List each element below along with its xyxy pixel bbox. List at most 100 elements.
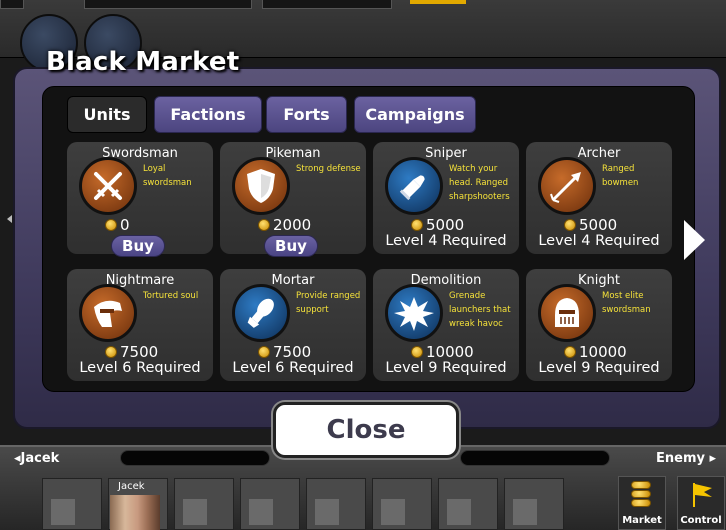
hooded-figure-icon [79, 284, 137, 342]
coin-icon [411, 219, 423, 231]
price-value: 10000 [579, 343, 627, 361]
control-button[interactable]: Control [677, 476, 725, 530]
player-avatar [110, 495, 160, 530]
unit-card-pikeman[interactable]: Pikeman Strong defense 2000 Buy [220, 142, 366, 257]
unit-card-archer[interactable]: Archer Ranged bowmen 5000 Level 4 Requir… [526, 142, 672, 254]
castle-slot[interactable] [438, 478, 498, 530]
unit-name: Demolition [410, 273, 482, 288]
unit-name: Archer [577, 146, 621, 161]
price-value: 0 [120, 216, 130, 234]
unit-card-demolition[interactable]: Demolition Grenade launchers that wreak … [373, 269, 519, 381]
unit-card-nightmare[interactable]: Nightmare Tortured soul 7500 Level 6 Req… [67, 269, 213, 381]
unit-name: Mortar [271, 273, 315, 288]
unit-description: Most elite swordsman [602, 291, 651, 315]
castle-icon [183, 499, 207, 525]
unit-price: 10000 [564, 343, 627, 361]
market-button[interactable]: Market [618, 476, 666, 530]
level-requirement: Level 9 Required [385, 360, 507, 376]
status-pill [120, 450, 270, 466]
tab-campaigns[interactable]: Campaigns [354, 96, 476, 133]
player-right-name[interactable]: Enemy ▸ [656, 451, 716, 466]
castle-icon [51, 499, 75, 525]
unit-description: Ranged bowmen [602, 164, 639, 188]
price-value: 2000 [273, 216, 312, 234]
arrow-left-icon[interactable] [7, 215, 12, 223]
price-value: 7500 [273, 343, 312, 361]
tab-factions[interactable]: Factions [154, 96, 262, 133]
unit-name: Knight [578, 273, 620, 288]
price-value: 5000 [426, 216, 465, 234]
unit-price: 5000 [564, 216, 617, 234]
unit-price: 10000 [411, 343, 474, 361]
castle-icon [249, 499, 273, 525]
unit-name: Nightmare [105, 273, 175, 288]
castle-icon [315, 499, 339, 525]
unit-name: Swordsman [102, 146, 178, 161]
castle-slot[interactable] [306, 478, 366, 530]
unit-card-knight[interactable]: Knight Most elite swordsman 10000 Level … [526, 269, 672, 381]
explosion-icon [385, 284, 443, 342]
gold-meter [410, 0, 466, 4]
price-value: 7500 [120, 343, 159, 361]
player-right-label: Enemy [656, 451, 705, 466]
castle-slot[interactable] [42, 478, 102, 530]
price-value: 5000 [579, 216, 618, 234]
tab-units[interactable]: Units [67, 96, 147, 133]
unit-description: Provide ranged support [296, 291, 361, 315]
unit-name: Pikeman [265, 146, 321, 161]
unit-description: Tortured soul [143, 291, 199, 301]
coin-icon [258, 219, 270, 231]
knight-helmet-icon [538, 284, 596, 342]
coin-stack-icon [631, 481, 651, 507]
unit-price: 7500 [258, 343, 311, 361]
unit-price: 2000 [258, 216, 311, 234]
buy-button[interactable]: Buy [111, 235, 165, 257]
unit-card-mortar[interactable]: Mortar Provide ranged support 7500 Level… [220, 269, 366, 381]
level-requirement: Level 6 Required [79, 360, 201, 376]
player-left-name[interactable]: ◂Jacek [14, 451, 59, 466]
castle-slot[interactable] [240, 478, 300, 530]
castle-slot[interactable] [174, 478, 234, 530]
flag-icon [693, 483, 712, 507]
bullet-icon [385, 157, 443, 215]
unit-description: Strong defense [296, 164, 361, 174]
coin-icon [105, 219, 117, 231]
price-value: 10000 [426, 343, 474, 361]
unit-description: Loyal swordsman [143, 164, 192, 188]
unit-card-sniper[interactable]: Sniper Watch your head. Ranged sharpshoo… [373, 142, 519, 254]
hud-segment [262, 0, 392, 9]
level-requirement: Level 6 Required [232, 360, 354, 376]
castle-slot[interactable] [504, 478, 564, 530]
level-requirement: Level 9 Required [538, 360, 660, 376]
unit-description: Watch your head. Ranged sharpshooters [449, 164, 510, 202]
hud-segment [84, 0, 252, 9]
castle-icon [447, 499, 471, 525]
coin-icon [564, 219, 576, 231]
arrow-icon [538, 157, 596, 215]
castle-slot[interactable] [372, 478, 432, 530]
shield-icon [232, 157, 290, 215]
level-requirement: Level 4 Required [385, 233, 507, 249]
slot-player-name: Jacek [118, 481, 145, 492]
modal-title: Black Market [46, 47, 240, 77]
status-pill [460, 450, 610, 466]
level-requirement: Level 4 Required [538, 233, 660, 249]
castle-icon [513, 499, 537, 525]
coin-icon [105, 346, 117, 358]
close-button[interactable]: Close [273, 402, 459, 458]
mortar-shell-icon [232, 284, 290, 342]
buy-button[interactable]: Buy [264, 235, 318, 257]
unit-price: 0 [105, 216, 130, 234]
coin-icon [258, 346, 270, 358]
unit-card-swordsman[interactable]: Swordsman Loyal swordsman 0 Buy [67, 142, 213, 257]
unit-price: 7500 [105, 343, 158, 361]
tab-forts[interactable]: Forts [266, 96, 347, 133]
next-page-arrow-icon[interactable] [684, 220, 705, 260]
unit-description: Grenade launchers that wreak havoc [449, 291, 511, 329]
coin-icon [564, 346, 576, 358]
castle-icon [381, 499, 405, 525]
player-left-label: Jacek [20, 451, 60, 466]
crossed-swords-icon [79, 157, 137, 215]
unit-name: Sniper [425, 146, 467, 161]
hud-segment [0, 0, 24, 9]
